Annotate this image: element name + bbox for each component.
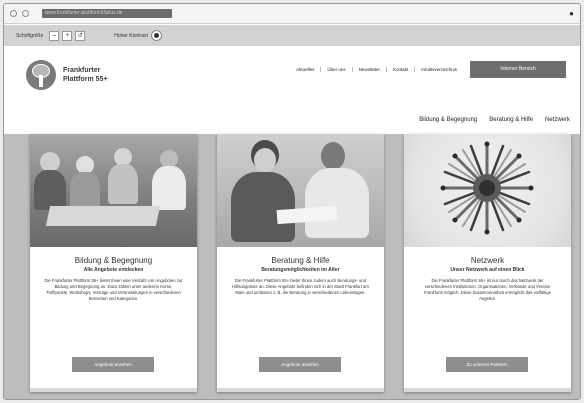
topnav-inhaltsverzeichnis[interactable]: Inhaltsverzeichnis: [414, 67, 463, 72]
contrast-toggle-icon[interactable]: [151, 31, 161, 40]
topnav-ueber-uns[interactable]: Über uns: [320, 67, 351, 72]
accessibility-bar: Schriftgröße – + ↺ Hoher Kontrast: [4, 25, 580, 46]
top-navigation: Aktuelles Über uns Newsletter Kontakt In…: [290, 67, 463, 72]
card-title: Beratung & Hilfe: [271, 256, 330, 265]
kebab-menu-icon[interactable]: ●: [569, 9, 574, 18]
topnav-aktuelles[interactable]: Aktuelles: [290, 67, 320, 72]
contrast-label: Hoher Kontrast: [114, 32, 148, 39]
card-bildung: Bildung & Begegnung Alle Angebote entdec…: [30, 134, 197, 392]
card-beratung: Beratung & Hilfe Beratungsmöglichkeiten …: [217, 134, 384, 392]
card-subtitle: Alle Angebote entdecken: [83, 267, 144, 273]
logo-line-1: Frankfurter: [63, 67, 101, 74]
topnav-newsletter[interactable]: Newsletter: [351, 67, 386, 72]
mainnav-bildung[interactable]: Bildung & Begegnung: [419, 117, 477, 123]
card-subtitle: Unser Netzwerk auf einen Blick: [450, 267, 525, 273]
font-decrease-button[interactable]: –: [49, 30, 60, 41]
mainnav-netzwerk[interactable]: Netzwerk: [545, 117, 570, 123]
photo-couple-reading: [217, 134, 384, 247]
internal-area-button[interactable]: Interner Bereich: [470, 61, 566, 78]
site-header: Frankfurter Plattform 55+ Aktuelles Über…: [4, 46, 580, 134]
card-button[interactable]: Angebote ansehen: [72, 357, 154, 372]
card-button[interactable]: Zu unseren Partnern: [446, 357, 528, 372]
card-button[interactable]: Angebote ansehen: [259, 357, 341, 372]
address-bar[interactable]: www.frankfurter-plattform55plus.de: [42, 9, 172, 18]
card-description: Die Frankfurter Plattform 55+ bietet Ihn…: [44, 278, 183, 301]
site-logo[interactable]: Frankfurter Plattform 55+: [26, 60, 108, 90]
font-increase-button[interactable]: +: [62, 30, 73, 41]
logo-line-2: Plattform 55+: [63, 76, 108, 83]
browser-window: www.frankfurter-plattform55plus.de ● Sch…: [3, 3, 581, 400]
browser-toolbar: www.frankfurter-plattform55plus.de ●: [4, 4, 580, 24]
card-title: Bildung & Begegnung: [74, 256, 153, 265]
topnav-kontakt[interactable]: Kontakt: [385, 67, 414, 72]
tree-logo-icon: [26, 60, 56, 90]
font-reset-button[interactable]: ↺: [75, 30, 86, 41]
card-description: Die Frankfurter Plattform 55+ ist nur du…: [423, 278, 552, 301]
mainnav-beratung[interactable]: Beratung & Hilfe: [489, 117, 533, 123]
card-netzwerk: Netzwerk Unser Netzwerk auf einen Blick …: [404, 134, 571, 392]
main-navigation: Bildung & Begegnung Beratung & Hilfe Net…: [407, 117, 570, 123]
forward-icon[interactable]: [22, 10, 29, 17]
card-subtitle: Beratungsmöglichkeiten im Alter: [261, 267, 340, 273]
back-icon[interactable]: [10, 10, 17, 17]
card-description: Die Frankfurter Plattform 55+ bietet Ihn…: [232, 278, 369, 295]
font-size-label: Schriftgröße: [16, 32, 44, 39]
flower-network-icon: [440, 141, 534, 235]
photo-group-seniors: [30, 134, 197, 247]
card-title: Netzwerk: [470, 256, 505, 265]
photo-flower-network: [404, 134, 571, 247]
